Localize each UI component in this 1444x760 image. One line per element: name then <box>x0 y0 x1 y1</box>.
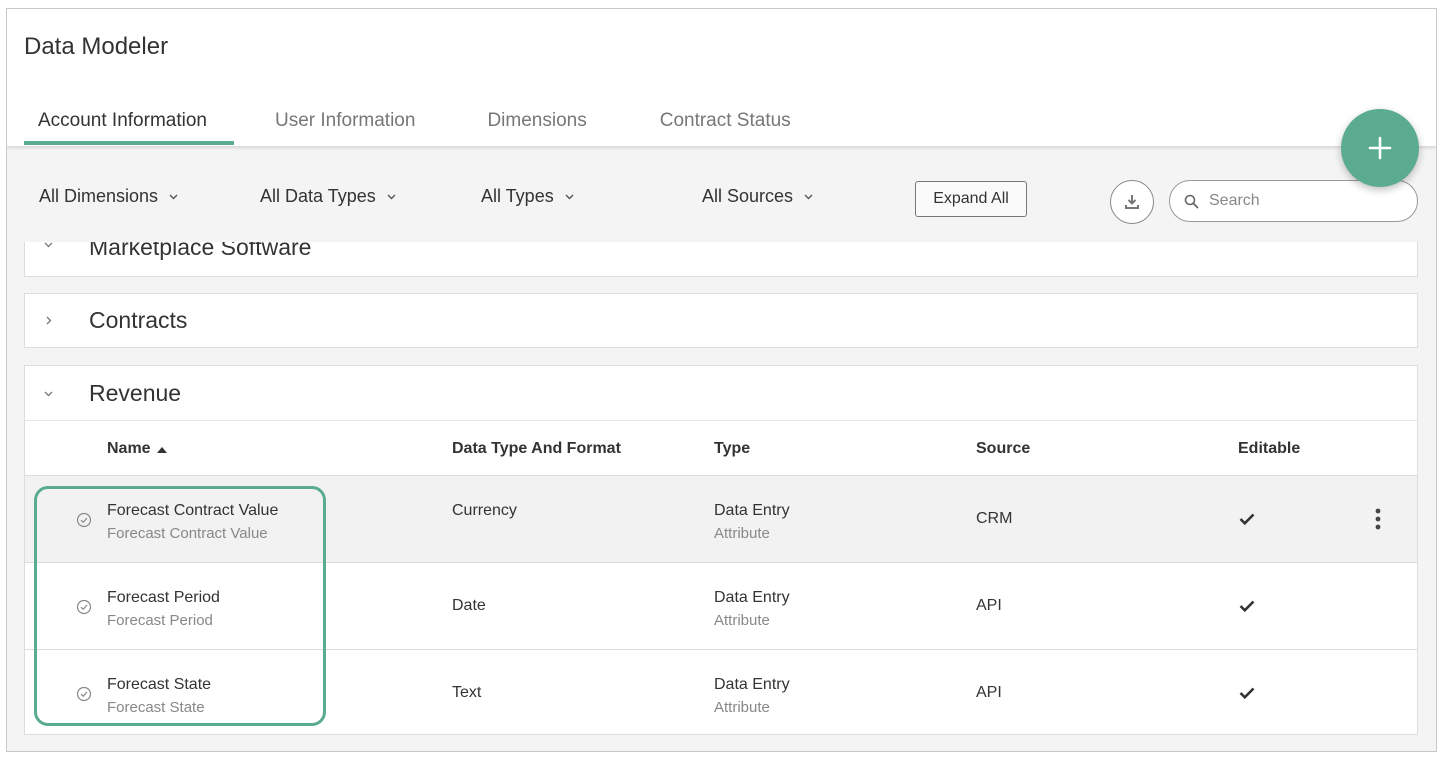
field-subname: Forecast State <box>107 699 205 716</box>
field-subname: Forecast Contract Value <box>107 525 268 542</box>
filter-bar: All Dimensions All Data Types All Types … <box>7 146 1436 242</box>
types-filter[interactable]: All Types <box>481 186 575 207</box>
search-input[interactable] <box>1209 192 1399 210</box>
field-type: Data Entry <box>714 502 790 519</box>
chevron-right-icon <box>46 316 52 325</box>
revenue-table: Name Data Type And Format Type Source Ed… <box>24 420 1418 735</box>
source-column-header: Source <box>976 440 1031 457</box>
page-title: Data Modeler <box>24 33 169 60</box>
name-column-header[interactable]: Name <box>107 440 167 458</box>
chevron-down-icon <box>387 194 396 200</box>
field-name: Forecast State <box>107 676 212 693</box>
field-type-sub: Attribute <box>714 612 770 629</box>
tab-bar: Account Information User Information Dim… <box>24 109 791 146</box>
content-area: All Dimensions All Data Types All Types … <box>7 146 1436 751</box>
field-source: CRM <box>976 510 1013 527</box>
row-menu-button[interactable] <box>1368 506 1388 532</box>
table-header: Name Data Type And Format Type Source Ed… <box>25 421 1417 476</box>
section-contracts[interactable]: Contracts <box>24 293 1418 348</box>
sources-filter-label: All Sources <box>702 186 794 206</box>
data-types-filter-label: All Data Types <box>260 186 376 206</box>
checkmark-icon <box>1239 600 1255 613</box>
app-window: Data Modeler Account Information User In… <box>6 8 1437 752</box>
more-vertical-icon <box>1375 508 1381 530</box>
chevron-down-icon <box>804 194 813 200</box>
chevron-down-icon <box>44 391 53 396</box>
table-row[interactable]: Forecast State Forecast State Text Data … <box>25 650 1417 734</box>
editable-column-header: Editable <box>1238 440 1301 457</box>
field-data-type: Date <box>452 597 486 614</box>
section-revenue[interactable]: Revenue <box>24 365 1418 420</box>
field-type-sub: Attribute <box>714 525 770 542</box>
section-title: Marketplace Software <box>89 242 312 260</box>
name-column-label: Name <box>107 440 151 457</box>
field-subname: Forecast Period <box>107 612 213 629</box>
plus-icon <box>1368 136 1392 160</box>
check-circle-icon <box>76 512 92 528</box>
field-name: Forecast Period <box>107 589 220 606</box>
expand-all-button[interactable]: Expand All <box>915 181 1027 217</box>
tab-account-information[interactable]: Account Information <box>24 109 234 146</box>
data-types-filter[interactable]: All Data Types <box>260 186 397 207</box>
field-source: API <box>976 684 1002 701</box>
chevron-down-icon <box>169 194 178 200</box>
header: Data Modeler Account Information User In… <box>7 9 1436 146</box>
section-marketplace-software[interactable]: Marketplace Software <box>24 242 1418 277</box>
download-button[interactable] <box>1110 180 1154 224</box>
check-circle-icon <box>76 599 92 615</box>
type-column-header: Type <box>714 440 751 457</box>
field-type: Data Entry <box>714 589 790 606</box>
checkmark-icon <box>1239 687 1255 700</box>
download-icon <box>1125 195 1139 209</box>
sort-ascending-icon <box>156 446 167 453</box>
tab-contract-status[interactable]: Contract Status <box>660 109 791 146</box>
search-icon <box>1184 194 1199 208</box>
field-data-type: Text <box>452 684 482 701</box>
check-circle-icon <box>76 686 92 702</box>
dimensions-filter[interactable]: All Dimensions <box>39 186 179 207</box>
section-title: Contracts <box>89 307 188 333</box>
sources-filter[interactable]: All Sources <box>702 186 814 207</box>
table-row[interactable]: Forecast Contract Value Forecast Contrac… <box>25 476 1417 563</box>
chevron-down-icon <box>44 242 53 248</box>
types-filter-label: All Types <box>481 186 554 206</box>
field-type: Data Entry <box>714 676 790 693</box>
add-button[interactable] <box>1341 109 1419 187</box>
checkmark-icon <box>1239 513 1255 526</box>
field-name: Forecast Contract Value <box>107 502 279 519</box>
field-data-type: Currency <box>452 502 517 519</box>
chevron-down-icon <box>565 194 574 200</box>
section-title: Revenue <box>89 379 182 406</box>
table-row[interactable]: Forecast Period Forecast Period Date Dat… <box>25 563 1417 650</box>
sections-list: Marketplace Software Contracts Revenue N… <box>7 242 1436 751</box>
data-type-column-header: Data Type And Format <box>452 440 621 457</box>
tab-dimensions[interactable]: Dimensions <box>487 109 586 146</box>
field-type-sub: Attribute <box>714 699 770 716</box>
tab-user-information[interactable]: User Information <box>275 109 415 146</box>
dimensions-filter-label: All Dimensions <box>39 186 159 206</box>
field-source: API <box>976 597 1002 614</box>
